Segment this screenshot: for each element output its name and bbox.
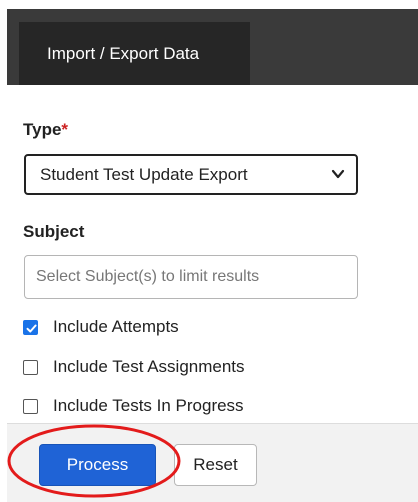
include-attempts-label: Include Attempts: [53, 317, 179, 336]
checkmark-icon: [26, 324, 37, 332]
subject-label: Subject: [23, 222, 85, 241]
include-attempts-option[interactable]: Include Attempts: [23, 315, 179, 339]
process-button[interactable]: Process: [39, 444, 156, 486]
tab-import-export-data[interactable]: Import / Export Data: [19, 22, 250, 85]
include-test-assignments-checkbox[interactable]: [23, 359, 38, 375]
required-marker: *: [61, 120, 69, 139]
include-tests-in-progress-label: Include Tests In Progress: [53, 396, 244, 415]
include-tests-in-progress-option[interactable]: Include Tests In Progress: [23, 394, 244, 418]
type-label: Type*: [23, 120, 68, 140]
top-strip: [0, 0, 418, 9]
include-tests-in-progress-checkbox[interactable]: [23, 398, 38, 414]
chevron-down-icon: [331, 169, 345, 179]
reset-button[interactable]: Reset: [174, 444, 257, 486]
include-test-assignments-option[interactable]: Include Test Assignments: [23, 355, 245, 379]
tab-label: Import / Export Data: [47, 44, 200, 63]
include-test-assignments-label: Include Test Assignments: [53, 357, 245, 376]
type-select[interactable]: Student Test Update Export: [24, 154, 358, 195]
subject-placeholder: Select Subject(s) to limit results: [36, 268, 260, 285]
subject-input[interactable]: Select Subject(s) to limit results: [24, 255, 358, 299]
include-attempts-checkbox[interactable]: [23, 319, 38, 335]
type-label-text: Type: [23, 120, 62, 139]
type-select-value: Student Test Update Export: [40, 165, 248, 184]
